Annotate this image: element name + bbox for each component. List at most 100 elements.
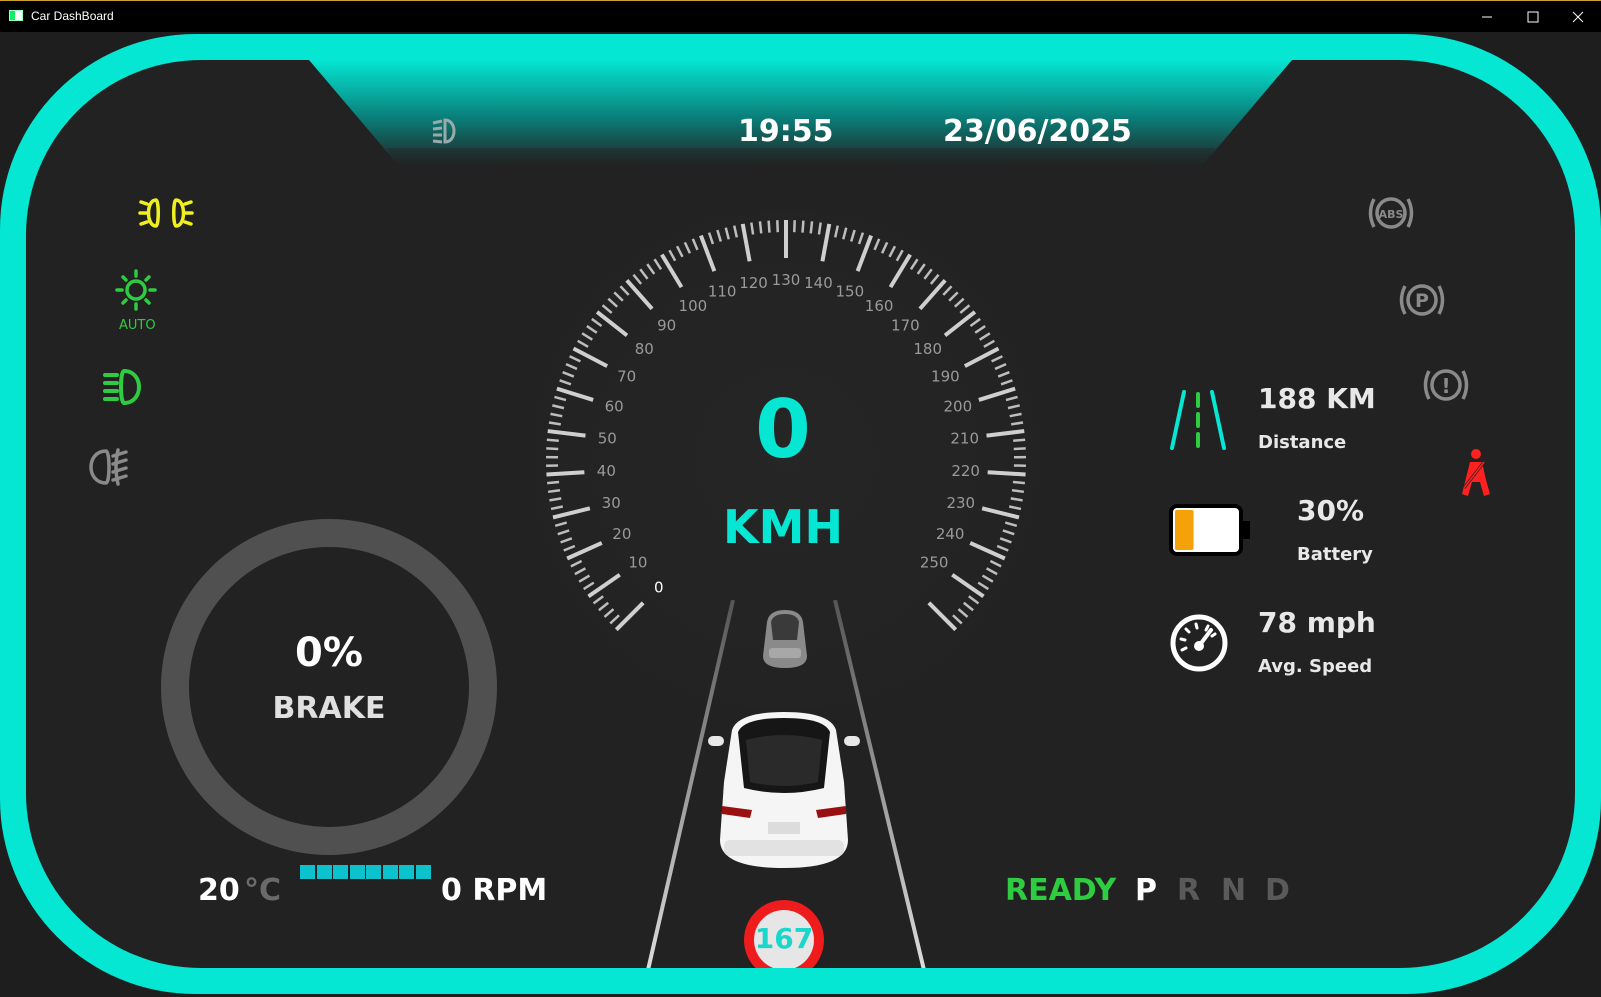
speed-tick-label: 190 bbox=[931, 367, 960, 385]
speed-tick-label: 120 bbox=[739, 274, 768, 292]
speed-tick-label: 210 bbox=[950, 429, 979, 447]
speed-tick-label: 60 bbox=[605, 397, 624, 415]
speed-tick-label: 10 bbox=[628, 553, 647, 571]
speed-tick-label: 0 bbox=[654, 578, 664, 596]
maximize-icon bbox=[1527, 11, 1539, 23]
speed-tick-label: 90 bbox=[657, 316, 676, 334]
close-icon bbox=[1572, 11, 1584, 23]
minor-tick bbox=[1013, 438, 1026, 442]
speed-tick-label: 240 bbox=[936, 525, 965, 543]
seatbelt-warning-icon bbox=[1462, 449, 1490, 496]
rpm-bar-segment bbox=[399, 865, 414, 879]
rpm-bar-segment bbox=[366, 865, 381, 879]
speed-tick-label: 100 bbox=[679, 297, 708, 315]
temperature-value: 20 bbox=[198, 873, 240, 908]
minimize-icon bbox=[1482, 16, 1492, 18]
temperature-unit: °C bbox=[244, 873, 282, 908]
speed-tick-label: 170 bbox=[891, 316, 920, 334]
gear-d[interactable]: D bbox=[1265, 873, 1290, 908]
distance-road-icon bbox=[1170, 390, 1226, 450]
app-icon bbox=[9, 10, 23, 21]
distance-value: 188 KM bbox=[1258, 382, 1376, 415]
minor-tick bbox=[750, 222, 755, 235]
major-tick bbox=[546, 470, 585, 477]
speed-tick-label: 130 bbox=[772, 271, 801, 289]
rpm-bar-segment bbox=[300, 865, 315, 879]
gear-p[interactable]: P bbox=[1135, 873, 1157, 908]
speed-tick-label: 150 bbox=[836, 283, 865, 301]
minor-tick bbox=[546, 447, 559, 451]
brake-percent: 0% bbox=[295, 630, 363, 676]
speed-tick-label: 80 bbox=[635, 340, 654, 358]
current-date: 23/06/2025 bbox=[943, 114, 1132, 149]
speed-tick-label: 230 bbox=[946, 494, 975, 512]
brake-gauge bbox=[161, 519, 497, 855]
speed-tick-label: 110 bbox=[708, 283, 737, 301]
minor-tick bbox=[546, 438, 559, 442]
parking-brake-icon: P bbox=[1399, 284, 1445, 316]
gear-r[interactable]: R bbox=[1177, 873, 1200, 908]
minor-tick bbox=[547, 488, 561, 494]
speed-tick-label: 50 bbox=[598, 429, 617, 447]
ready-status: READY bbox=[1005, 873, 1117, 908]
abs-warning-icon: ABS bbox=[1368, 197, 1414, 229]
maximize-button[interactable] bbox=[1510, 1, 1556, 33]
speed-value: 0 bbox=[755, 383, 811, 476]
minor-tick bbox=[817, 222, 822, 235]
distance-label: Distance bbox=[1258, 432, 1347, 453]
window-titlebar: Car DashBoard bbox=[0, 0, 1601, 32]
rpm-bar-segment bbox=[382, 865, 398, 879]
speed-tick-label: 20 bbox=[612, 525, 631, 543]
minor-tick bbox=[767, 220, 771, 233]
rpm-bar-segment bbox=[316, 865, 332, 879]
avg-speed-label: Avg. Speed bbox=[1258, 656, 1373, 677]
rpm-value: 0 RPM bbox=[441, 873, 548, 908]
dashboard-panel: 19:55 23/06/2025 AUTO 0% BRAKE 20 °C 0 R… bbox=[26, 60, 1575, 968]
battery-icon bbox=[1169, 504, 1250, 556]
parking-p-text: P bbox=[1415, 290, 1429, 312]
minor-tick bbox=[809, 221, 814, 234]
rpm-bar-segment bbox=[349, 865, 365, 879]
minor-tick bbox=[546, 480, 560, 485]
speed-tick-label: 30 bbox=[602, 494, 621, 512]
clock-time: 19:55 bbox=[738, 114, 834, 149]
dashboard: 19:55 23/06/2025 AUTO 0% BRAKE 20 °C 0 R… bbox=[0, 32, 1601, 997]
rpm-bar-segment bbox=[415, 865, 431, 879]
speed-tick-label: 220 bbox=[951, 462, 980, 480]
auto-headlight-label: AUTO bbox=[119, 318, 156, 333]
speed-limit-value: 167 bbox=[754, 922, 814, 955]
speed-tick-label: 160 bbox=[865, 297, 894, 315]
window-title: Car DashBoard bbox=[31, 9, 114, 23]
lead-vehicle-icon bbox=[763, 610, 807, 668]
minor-tick bbox=[801, 220, 805, 233]
speed-tick-label: 140 bbox=[804, 274, 833, 292]
avg-speed-value: 78 mph bbox=[1258, 606, 1376, 639]
brake-label: BRAKE bbox=[272, 691, 386, 726]
minimize-button[interactable] bbox=[1464, 1, 1510, 33]
brake-excl-text: ! bbox=[1441, 374, 1450, 398]
fog-light-icon bbox=[89, 448, 128, 486]
gear-n[interactable]: N bbox=[1221, 873, 1246, 908]
vehicle-icon bbox=[708, 712, 860, 868]
speed-tick-label: 70 bbox=[617, 367, 636, 385]
speed-tick-label: 40 bbox=[597, 462, 616, 480]
rpm-bar-segment bbox=[333, 865, 348, 879]
minor-tick bbox=[1011, 488, 1025, 494]
close-button[interactable] bbox=[1555, 1, 1601, 33]
minor-tick bbox=[1012, 480, 1026, 485]
avg-speed-gauge-icon bbox=[1170, 614, 1228, 672]
auto-headlight-icon bbox=[115, 269, 157, 311]
brake-warning-icon: ! bbox=[1423, 369, 1469, 401]
speed-unit: KMH bbox=[723, 500, 843, 554]
dashboard-frame: 19:55 23/06/2025 AUTO 0% BRAKE 20 °C 0 R… bbox=[0, 34, 1601, 994]
speed-tick-label: 180 bbox=[913, 340, 942, 358]
minor-tick bbox=[1013, 447, 1026, 451]
abs-text: ABS bbox=[1379, 208, 1404, 221]
speed-tick-label: 250 bbox=[920, 553, 949, 571]
battery-value: 30% bbox=[1297, 494, 1365, 527]
speed-tick-label: 200 bbox=[944, 397, 973, 415]
parking-lights-icon bbox=[138, 198, 194, 228]
minor-tick bbox=[758, 221, 763, 234]
major-tick bbox=[987, 470, 1026, 477]
low-beam-indicator-icon bbox=[432, 118, 456, 144]
